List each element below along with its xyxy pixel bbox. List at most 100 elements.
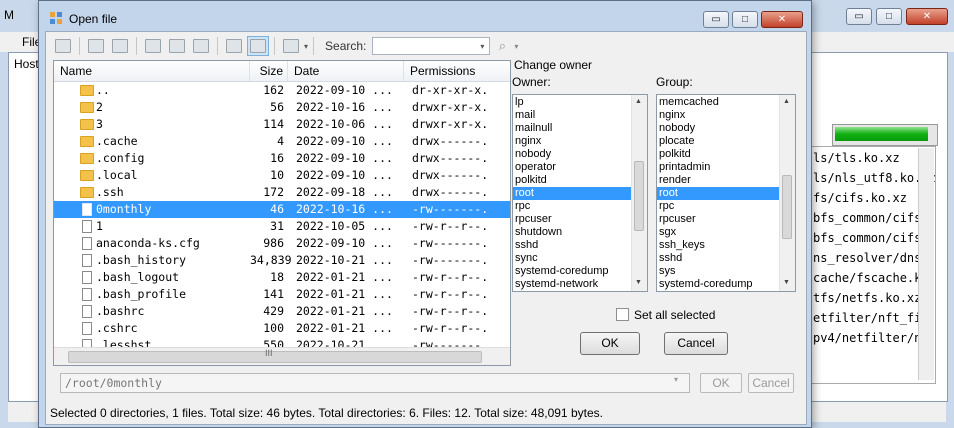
file-row[interactable]: .config 16 2022-09-10 ... drwx------. [54, 150, 510, 167]
horizontal-scrollbar-thumb[interactable]: III [68, 348, 482, 363]
background-list-item[interactable]: bfs_common/cifs_ [813, 231, 929, 245]
group-scrollbar-thumb[interactable] [782, 175, 792, 239]
column-header-name[interactable]: Name [54, 61, 250, 81]
up-folder-button[interactable] [85, 36, 107, 56]
file-row[interactable]: .bash_history 34,839 2022-10-21 ... -rw----… [54, 252, 510, 269]
background-list-item[interactable]: fs/cifs.ko.xz [813, 191, 907, 205]
file-row[interactable]: .cshrc 100 2022-01-21 ... -rw-r--r--. [54, 320, 510, 337]
owner-list-item[interactable]: nginx [513, 135, 635, 148]
background-list-item[interactable]: cache/fscache.ko [813, 271, 929, 285]
path-field[interactable]: /root/0monthly [60, 373, 690, 393]
change-owner-button[interactable] [247, 36, 269, 56]
group-list-item[interactable]: memcached [657, 96, 779, 109]
owner-list-item[interactable]: mail [513, 109, 635, 122]
group-list-item[interactable]: root [657, 187, 779, 200]
file-row[interactable]: .local 10 2022-09-10 ... drwx------. [54, 167, 510, 184]
minimize-icon[interactable]: ▭ [703, 11, 729, 28]
group-list-item[interactable]: nginx [657, 109, 779, 122]
path-dropdown-icon[interactable]: ▾ [674, 375, 678, 384]
column-header-size[interactable]: Size [250, 61, 288, 81]
scroll-up-icon[interactable]: ▲ [635, 98, 642, 105]
group-list-item[interactable]: ssh_keys [657, 239, 779, 252]
file-row[interactable]: 0monthly 46 2022-10-16 ... -rw-------. [54, 201, 510, 218]
maximize-icon[interactable]: □ [876, 8, 902, 25]
ok-button[interactable]: OK [700, 373, 742, 393]
group-list-item[interactable]: render [657, 174, 779, 187]
group-list-item[interactable]: polkitd [657, 148, 779, 161]
file-row[interactable]: .bashrc 429 2022-01-21 ... -rw-r--r--. [54, 303, 510, 320]
owner-list-item[interactable]: rpcuser [513, 213, 635, 226]
owner-list-item[interactable]: sync [513, 252, 635, 265]
owner-list-item[interactable]: sshd [513, 239, 635, 252]
upload-button[interactable] [166, 36, 188, 56]
file-row[interactable]: .bash_profile 141 2022-01-21 ... -rw-r--r--… [54, 286, 510, 303]
background-list-item[interactable]: etfilter/nft_fib [813, 311, 929, 325]
new-folder-button[interactable] [142, 36, 164, 56]
column-header-date[interactable]: Date [288, 61, 404, 81]
refresh-button[interactable] [52, 36, 74, 56]
close-icon[interactable]: ✕ [761, 11, 803, 28]
scroll-down-icon[interactable]: ▼ [783, 279, 790, 286]
view-button[interactable] [280, 36, 302, 56]
image-button[interactable] [109, 36, 131, 56]
owner-list-item[interactable]: shutdown [513, 226, 635, 239]
owner-scrollbar-thumb[interactable] [634, 161, 644, 231]
group-list-scrollbar[interactable]: ▲ ▼ [779, 95, 795, 291]
group-list-item[interactable]: printadmin [657, 161, 779, 174]
scroll-down-icon[interactable]: ▼ [635, 279, 642, 286]
download-button[interactable] [190, 36, 212, 56]
settings-button[interactable] [223, 36, 245, 56]
file-row[interactable]: .bash_logout 18 2022-01-21 ... -rw-r--r--. [54, 269, 510, 286]
owner-cancel-button[interactable]: Cancel [664, 332, 728, 355]
background-list-scrollbar[interactable] [918, 148, 934, 380]
background-list-item[interactable]: pv4/netfilter/nf [813, 331, 929, 345]
view-dropdown-arrow[interactable]: ▾ [304, 42, 308, 51]
group-listbox[interactable]: memcached nginx nobody plocate polkitd printa… [656, 94, 796, 292]
owner-list-item[interactable]: rpc [513, 200, 635, 213]
file-list[interactable]: Name Size Date Permissions .. 162 2022-09-… [53, 60, 511, 366]
file-row[interactable]: .. 162 2022-09-10 ... dr-xr-xr-x. [54, 82, 510, 99]
group-list-item[interactable]: rpc [657, 200, 779, 213]
owner-list-item[interactable]: nobody [513, 148, 635, 161]
set-all-selected-label[interactable]: Set all selected [634, 308, 715, 322]
search-dropdown-icon[interactable]: ▾ [475, 38, 489, 54]
close-icon[interactable]: ✕ [906, 8, 948, 25]
background-list-item[interactable]: ls/tls.ko.xz [813, 151, 900, 165]
owner-list-item[interactable]: polkitd [513, 174, 635, 187]
search-icon[interactable]: ⌕ [492, 37, 512, 55]
cancel-button[interactable]: Cancel [748, 373, 794, 393]
column-header-permissions[interactable]: Permissions [404, 61, 510, 81]
file-row[interactable]: 1 31 2022-10-05 ... -rw-r--r--. [54, 218, 510, 235]
group-list-item[interactable]: rpcuser [657, 213, 779, 226]
minimize-icon[interactable]: ▭ [846, 8, 872, 25]
file-row[interactable]: .cache 4 2022-09-10 ... drwx------. [54, 133, 510, 150]
file-row[interactable]: 2 56 2022-10-16 ... drwxr-xr-x. [54, 99, 510, 116]
file-row[interactable]: .ssh 172 2022-09-18 ... drwx------. [54, 184, 510, 201]
group-list-item[interactable]: systemd-coredump [657, 278, 779, 291]
maximize-icon[interactable]: □ [732, 11, 758, 28]
search-input[interactable]: ▾ [372, 37, 491, 55]
background-list-item[interactable]: bfs_common/cifs_ [813, 211, 929, 225]
scroll-up-icon[interactable]: ▲ [783, 98, 790, 105]
file-row[interactable]: anaconda-ks.cfg 986 2022-09-10 ... -rw-----… [54, 235, 510, 252]
group-list-item[interactable]: sshd [657, 252, 779, 265]
group-list-item[interactable]: plocate [657, 135, 779, 148]
owner-list-item[interactable]: mailnull [513, 122, 635, 135]
owner-list-item[interactable]: lp [513, 96, 635, 109]
owner-list-item[interactable]: systemd-coredump [513, 265, 635, 278]
file-row[interactable]: 3 114 2022-10-06 ... drwxr-xr-x. [54, 116, 510, 133]
owner-list-item[interactable]: root [513, 187, 635, 200]
owner-list-item[interactable]: operator [513, 161, 635, 174]
owner-listbox[interactable]: lp mail mailnull nginx nobody operator polkitd… [512, 94, 648, 292]
search-options-arrow[interactable]: ▾ [514, 42, 518, 51]
set-all-selected-checkbox[interactable] [616, 308, 629, 321]
owner-ok-button[interactable]: OK [580, 332, 640, 355]
background-list-item[interactable]: tfs/netfs.ko.xz [813, 291, 921, 305]
group-list-item[interactable]: nobody [657, 122, 779, 135]
owner-list-item[interactable]: systemd-network [513, 278, 635, 291]
background-list-item[interactable]: ns_resolver/dns_ [813, 251, 929, 265]
owner-list-scrollbar[interactable]: ▲ ▼ [631, 95, 647, 291]
group-list-item[interactable]: sgx [657, 226, 779, 239]
group-list-item[interactable]: sys [657, 265, 779, 278]
horizontal-scrollbar[interactable]: III [54, 347, 510, 365]
